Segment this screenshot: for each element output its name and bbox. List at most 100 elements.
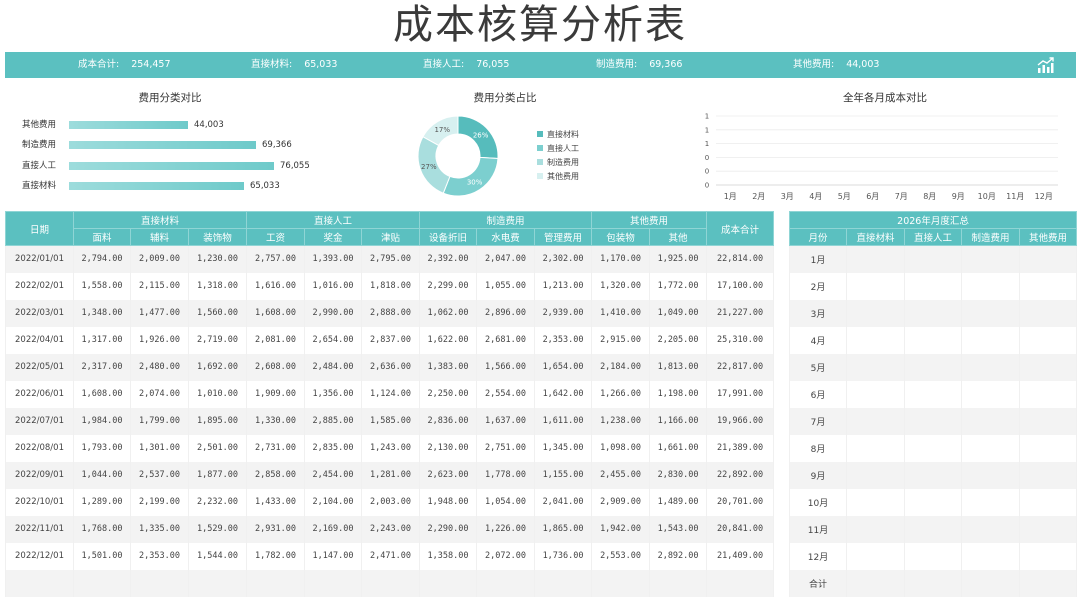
table-row: 2022/09/01 1,044.00 2,537.00 1,877.00 2,858.… [5, 461, 775, 489]
summary-cell [846, 569, 905, 597]
summary-cell [904, 569, 962, 597]
date-cell: 2022/12/01 [5, 542, 74, 570]
col-header: 装饰物 [187, 228, 248, 246]
table-cell: 20,841.00 [706, 515, 775, 543]
summary-cell [1018, 245, 1078, 273]
y-tick-label: 0 [705, 168, 709, 176]
month-cell: 5月 [789, 353, 847, 381]
table-cell: 1,616.00 [246, 272, 306, 300]
table-cell: 1,909.00 [246, 380, 306, 408]
table-row: 2022/02/01 1,558.00 2,115.00 1,318.00 1,616.… [5, 272, 775, 300]
summary-cell [846, 245, 905, 273]
bar [69, 162, 274, 170]
table-cell: 2,654.00 [304, 326, 363, 354]
summary-cell [961, 245, 1020, 273]
table-cell: 2,719.00 [187, 326, 248, 354]
col-header: 直接材料 [846, 228, 905, 246]
summary-other: 其他费用: 44,003 [793, 59, 880, 70]
table-cell: 1,661.00 [649, 434, 708, 462]
table-cell: 1,529.00 [187, 515, 248, 543]
table-row: 2022/06/01 1,608.00 2,074.00 1,010.00 1,909.… [5, 380, 775, 408]
table-cell: 1,213.00 [534, 272, 593, 300]
donut-slice [442, 156, 499, 197]
table-cell: 21,389.00 [706, 434, 775, 462]
expense-compare-title: 费用分类对比 [138, 92, 202, 104]
date-cell: 2022/01/01 [5, 245, 74, 273]
summary-cell [846, 407, 905, 435]
table-cell: 2,636.00 [361, 353, 421, 381]
table-cell: 1,818.00 [361, 272, 421, 300]
table-cell: 1,608.00 [246, 299, 306, 327]
summary-cell [961, 488, 1020, 516]
table-cell: 2,104.00 [304, 488, 363, 516]
monthly-line-chart: 0001111月 2月 3月 4月 5月 6月 7月 8月 9月 10月 11月 12月 [705, 113, 1058, 201]
x-tick-label: 4月 [809, 192, 822, 201]
monthly-summary-title: 2026年月度汇总 [788, 211, 1078, 229]
col-header: 制造费用 [961, 228, 1020, 246]
month-cell: 11月 [789, 515, 847, 543]
x-tick-label: 3月 [781, 192, 794, 201]
col-header: 水电费 [476, 228, 536, 246]
table-cell: 2,480.00 [130, 353, 189, 381]
summary-cell [904, 326, 962, 354]
month-cell: 12月 [789, 542, 847, 570]
table-cell: 2,199.00 [130, 488, 189, 516]
table-cell [534, 569, 593, 597]
summary-cell [1018, 272, 1078, 300]
col-header: 其他 [649, 228, 708, 246]
donut-data-label: 26% [473, 131, 489, 139]
legend-item: 制造费用 [537, 157, 579, 169]
table-cell: 1,895.00 [187, 407, 248, 435]
table-cell: 1,477.00 [130, 299, 189, 327]
table-cell: 1,984.00 [73, 407, 131, 435]
y-tick-label: 0 [705, 154, 709, 162]
table-row: 2022/11/01 1,768.00 1,335.00 1,529.00 2,931.… [5, 515, 775, 543]
table-cell: 21,409.00 [706, 542, 775, 570]
bar [69, 182, 244, 190]
summary-cell [1018, 353, 1078, 381]
table-row: 10月 [789, 488, 1078, 516]
month-cell: 9月 [789, 461, 847, 489]
table-row: 2022/08/01 1,793.00 1,301.00 2,501.00 2,731.… [5, 434, 775, 462]
summary-cell [846, 353, 905, 381]
table-row: 2022/05/01 2,317.00 2,480.00 1,692.00 2,608.… [5, 353, 775, 381]
table-cell: 2,184.00 [591, 353, 651, 381]
col-header-total: 成本合计 [706, 211, 775, 246]
trend-chart-icon[interactable] [1037, 57, 1054, 73]
month-cell: 8月 [789, 434, 847, 462]
table-cell: 2,830.00 [649, 461, 708, 489]
summary-cell [961, 461, 1020, 489]
table-cell: 1,654.00 [534, 353, 593, 381]
table-cell: 1,062.00 [419, 299, 478, 327]
summary-cell [1018, 542, 1078, 570]
y-tick-label: 1 [705, 126, 709, 134]
table-cell: 1,778.00 [476, 461, 536, 489]
table-cell: 1,266.00 [591, 380, 651, 408]
table-cell: 22,814.00 [706, 245, 775, 273]
table-cell: 1,768.00 [73, 515, 131, 543]
table-cell [419, 569, 478, 597]
table-cell: 21,227.00 [706, 299, 775, 327]
summary-cell [846, 488, 905, 516]
table-cell: 2,392.00 [419, 245, 478, 273]
table-cell: 2,892.00 [649, 542, 708, 570]
summary-cell [1018, 461, 1078, 489]
legend-swatch [537, 145, 543, 151]
donut-data-label: 27% [421, 163, 437, 171]
table-cell [187, 569, 248, 597]
x-tick-label: 6月 [866, 192, 879, 201]
table-cell: 1,544.00 [187, 542, 248, 570]
table-cell: 2,888.00 [361, 299, 421, 327]
table-cell: 1,543.00 [649, 515, 708, 543]
table-cell: 1,736.00 [534, 542, 593, 570]
table-cell: 2,623.00 [419, 461, 478, 489]
bar-value-label: 44,003 [194, 120, 224, 130]
date-cell: 2022/10/01 [5, 488, 74, 516]
table-row: 2022/10/01 1,289.00 2,199.00 2,232.00 1,433.… [5, 488, 775, 516]
table-cell [649, 569, 708, 597]
table-cell: 2,353.00 [534, 326, 593, 354]
col-header: 其他费用 [1018, 228, 1078, 246]
month-cell: 2月 [789, 272, 847, 300]
summary-cell [1018, 326, 1078, 354]
table-row: 5月 [789, 353, 1078, 381]
